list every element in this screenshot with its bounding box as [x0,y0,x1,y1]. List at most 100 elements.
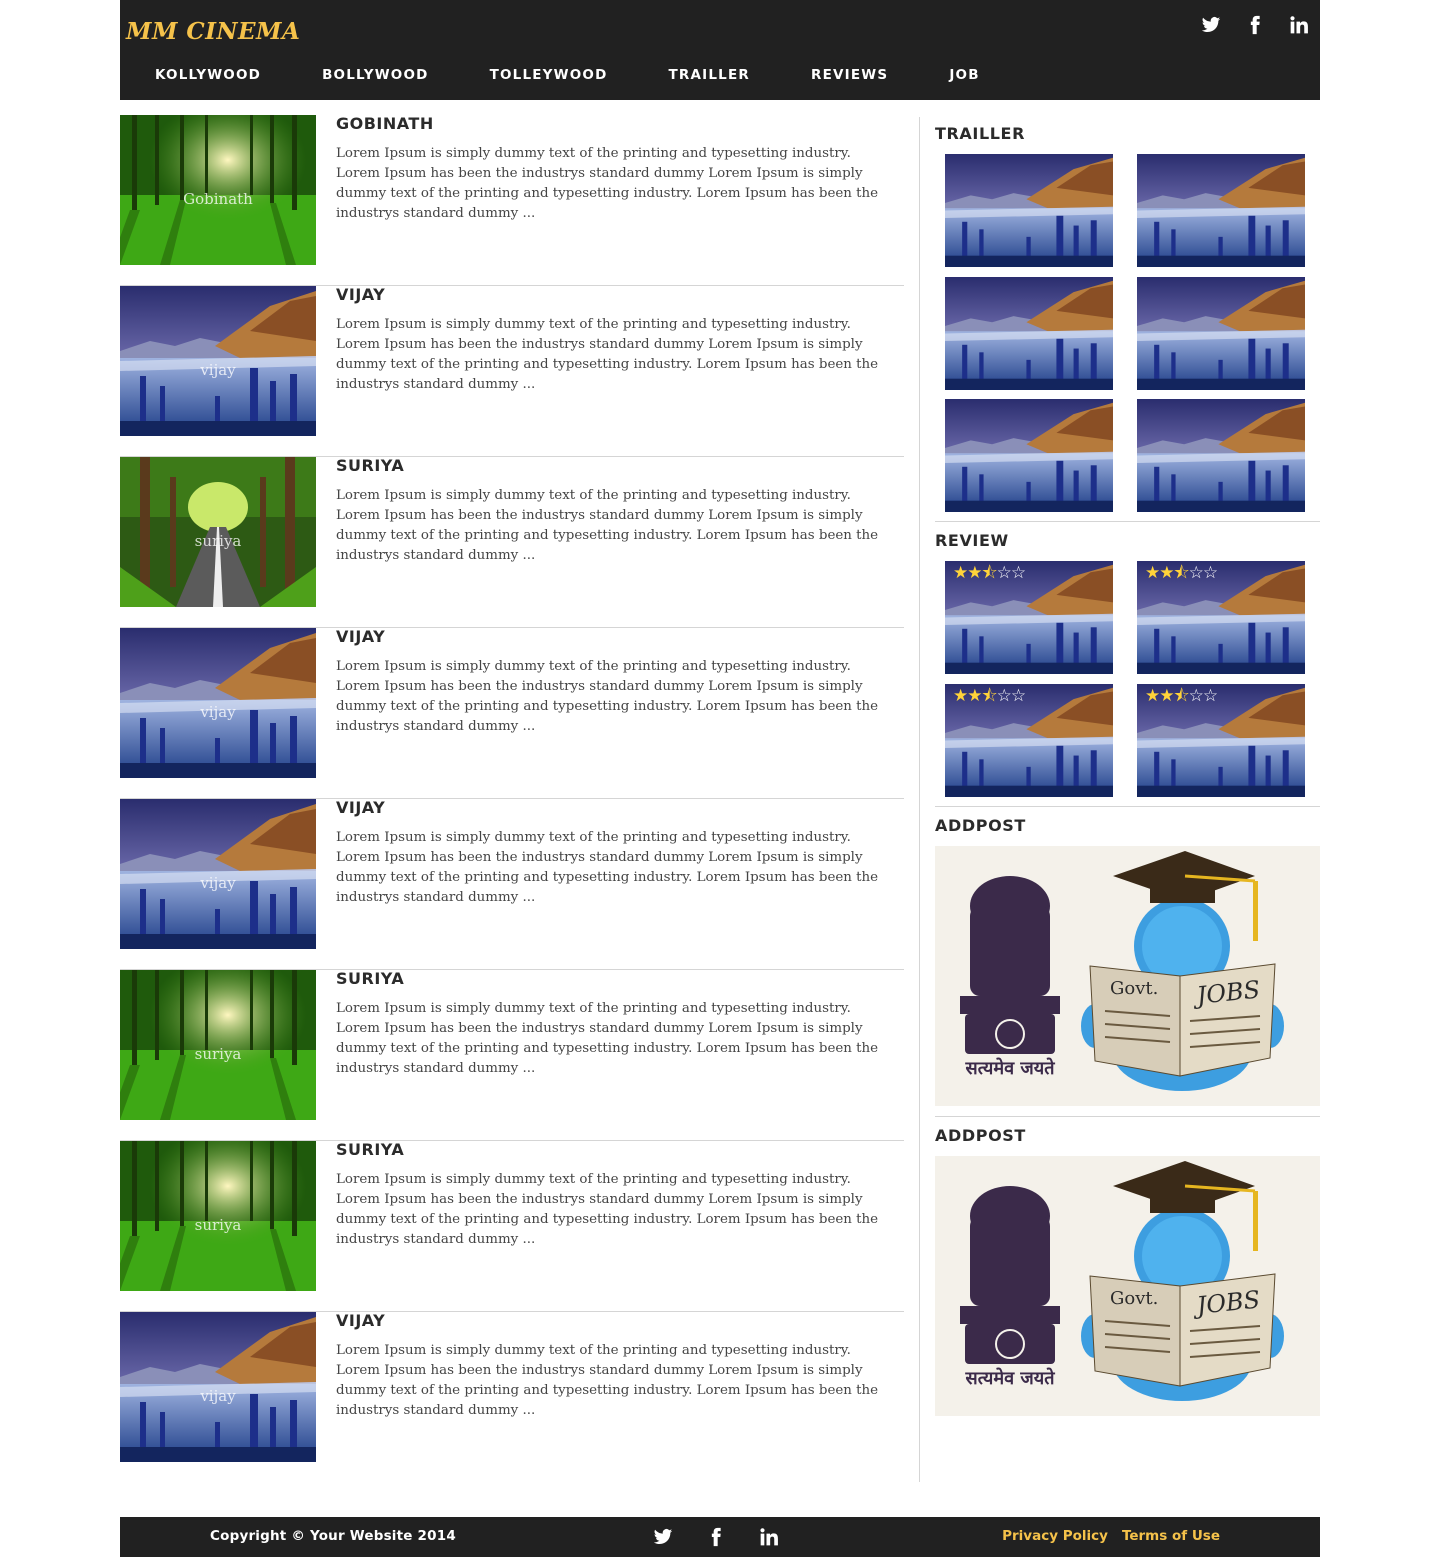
site-logo[interactable]: MM CINEMA [126,18,300,45]
post-item: vijay VIJAY Lorem Ipsum is simply dummy te… [120,1312,904,1483]
copyright-text: Copyright © Your Website 2014 [210,1528,456,1544]
star-empty-icon: ☆ [1010,563,1026,583]
column-divider [919,117,920,1482]
govt-jobs-ad[interactable]: सत्यमेव जयते Govt. JOBS [935,846,1320,1106]
nav-item-tolleywood[interactable]: TOLLEYWOOD [490,64,608,88]
svg-text:Govt.: Govt. [1110,1288,1158,1309]
star-rating: ★★⯪☆☆ [953,686,1026,706]
main-nav: KOLLYWOOD BOLLYWOOD TOLLEYWOOD TRAILLER … [120,64,980,88]
section-divider [935,806,1320,807]
post-thumbnail[interactable]: vijay [120,799,316,949]
twitter-icon[interactable] [1198,12,1224,38]
star-half-icon: ⯪ [981,686,998,706]
post-excerpt: Lorem Ipsum is simply dummy text of the … [336,659,879,734]
facebook-icon[interactable] [1242,12,1268,38]
footer-links: Privacy Policy Terms of Use [1002,1528,1220,1544]
post-excerpt: Lorem Ipsum is simply dummy text of the … [336,317,879,392]
trailer-thumbnail[interactable] [945,154,1113,267]
section-divider [935,521,1320,522]
star-empty-icon: ☆ [1202,563,1218,583]
thumbnail-caption: vijay [200,1387,236,1405]
star-empty-icon: ☆ [996,686,1012,706]
thumbnail-caption: suriya [194,532,242,550]
trailer-thumbnail[interactable] [945,399,1113,512]
svg-text:Govt.: Govt. [1110,978,1158,999]
review-thumbnail[interactable]: ★★⯪☆☆ [945,684,1113,797]
nav-item-job[interactable]: JOB [949,64,979,88]
review-thumbnail[interactable]: ★★⯪☆☆ [945,561,1113,674]
post-title[interactable]: SURIYA [336,457,404,475]
trailer-thumbnail[interactable] [1137,154,1305,267]
star-filled-icon: ★ [1145,686,1160,706]
post-item: suriya SURIYA Lorem Ipsum is simply dummy … [120,1141,904,1312]
addpost-title: ADDPOST [935,1126,1026,1145]
post-thumbnail[interactable]: vijay [120,1312,316,1462]
star-empty-icon: ☆ [1188,563,1204,583]
post-excerpt: Lorem Ipsum is simply dummy text of the … [336,146,879,221]
post-thumbnail[interactable]: Gobinath [120,115,316,265]
review-thumbnail[interactable]: ★★⯪☆☆ [1137,561,1305,674]
star-rating: ★★⯪☆☆ [1145,563,1218,583]
star-half-icon: ⯪ [1173,686,1190,706]
post-title[interactable]: SURIYA [336,1141,404,1159]
post-title[interactable]: VIJAY [336,286,385,304]
post-title[interactable]: VIJAY [336,628,385,646]
post-thumbnail[interactable]: suriya [120,457,316,607]
nav-item-reviews[interactable]: REVIEWS [811,64,888,88]
star-filled-icon: ★ [1145,563,1160,583]
nav-item-bollywood[interactable]: BOLLYWOOD [322,64,429,88]
terms-of-use-link[interactable]: Terms of Use [1122,1528,1220,1544]
star-empty-icon: ☆ [1010,686,1026,706]
post-title[interactable]: VIJAY [336,799,385,817]
thumbnail-caption: suriya [194,1045,242,1063]
star-empty-icon: ☆ [996,563,1012,583]
addpost-title: ADDPOST [935,816,1026,835]
post-excerpt: Lorem Ipsum is simply dummy text of the … [336,830,879,905]
thumbnail-caption: vijay [200,703,236,721]
post-title[interactable]: SURIYA [336,970,404,988]
star-half-icon: ⯪ [981,563,998,583]
post-excerpt: Lorem Ipsum is simply dummy text of the … [336,1172,879,1247]
linkedin-icon[interactable] [756,1524,782,1550]
trailer-thumbnail[interactable] [1137,277,1305,390]
post-excerpt: Lorem Ipsum is simply dummy text of the … [336,488,879,563]
post-item: vijay VIJAY Lorem Ipsum is simply dummy te… [120,628,904,799]
nav-item-kollywood[interactable]: KOLLYWOOD [155,64,261,88]
svg-text:सत्यमेव जयते: सत्यमेव जयते [965,1057,1056,1079]
post-excerpt: Lorem Ipsum is simply dummy text of the … [336,1343,879,1418]
post-item: suriya SURIYA Lorem Ipsum is simply dummy … [120,457,904,628]
trailer-thumbnail[interactable] [945,277,1113,390]
site-header: MM CINEMA KOLLYWOOD BOLLYWOOD TOLLEYWOOD… [120,0,1320,100]
post-item: Gobinath GOBINATH Lorem Ipsum is simply du… [120,115,904,286]
section-divider [935,1116,1320,1117]
twitter-icon[interactable] [650,1524,676,1550]
star-empty-icon: ☆ [1202,686,1218,706]
post-thumbnail[interactable]: suriya [120,970,316,1120]
review-section-title: REVIEW [935,531,1009,550]
star-filled-icon: ★ [953,686,968,706]
review-thumbnail[interactable]: ★★⯪☆☆ [1137,684,1305,797]
post-thumbnail[interactable]: suriya [120,1141,316,1291]
post-thumbnail[interactable]: vijay [120,628,316,778]
star-half-icon: ⯪ [1173,563,1190,583]
post-item: vijay VIJAY Lorem Ipsum is simply dummy te… [120,799,904,970]
svg-text:सत्यमेव जयते: सत्यमेव जयते [965,1367,1056,1389]
star-rating: ★★⯪☆☆ [1145,686,1218,706]
post-title[interactable]: GOBINATH [336,115,434,133]
thumbnail-caption: Gobinath [183,190,253,208]
facebook-icon[interactable] [703,1524,729,1550]
thumbnail-caption: suriya [194,1216,242,1234]
site-footer: Copyright © Your Website 2014 Privacy Po… [120,1517,1320,1557]
star-empty-icon: ☆ [1188,686,1204,706]
star-filled-icon: ★ [967,563,982,583]
post-excerpt: Lorem Ipsum is simply dummy text of the … [336,1001,879,1076]
star-filled-icon: ★ [1159,563,1174,583]
header-social-links [1198,12,1312,38]
nav-item-trailler[interactable]: TRAILLER [669,64,751,88]
linkedin-icon[interactable] [1286,12,1312,38]
post-title[interactable]: VIJAY [336,1312,385,1330]
post-thumbnail[interactable]: vijay [120,286,316,436]
privacy-policy-link[interactable]: Privacy Policy [1002,1528,1108,1544]
govt-jobs-ad[interactable]: सत्यमेव जयते Govt. JOBS [935,1156,1320,1416]
trailer-thumbnail[interactable] [1137,399,1305,512]
